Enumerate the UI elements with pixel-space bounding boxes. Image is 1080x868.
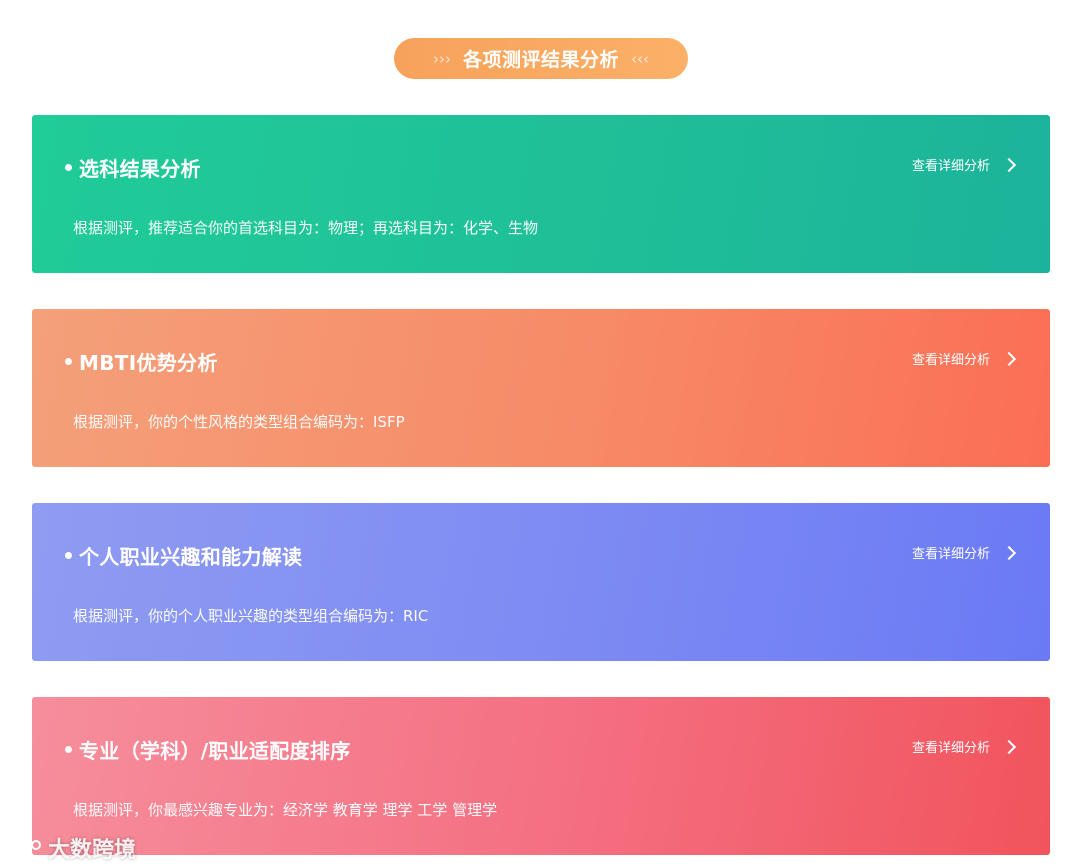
card-description: 根据测评，你最感兴趣专业为：经济学 教育学 理学 工学 管理学 bbox=[73, 801, 498, 819]
section-title: 各项测评结果分析 bbox=[462, 49, 619, 71]
chevron-right-icon bbox=[1001, 351, 1017, 367]
card-title: MBTI优势分析 bbox=[65, 347, 218, 376]
card-mbti[interactable]: MBTI优势分析 查看详细分析 根据测评，你的个性风格的类型组合编码为：ISFP bbox=[32, 309, 1050, 467]
card-title: 个人职业兴趣和能力解读 bbox=[65, 541, 302, 570]
bullet-icon bbox=[65, 552, 72, 559]
left-chevrons-icon: ››› bbox=[432, 49, 451, 68]
chevron-right-icon bbox=[1001, 545, 1017, 561]
card-description: 根据测评，你的个性风格的类型组合编码为：ISFP bbox=[73, 413, 405, 431]
view-details-label: 查看详细分析 bbox=[911, 741, 990, 756]
right-chevrons-icon: ‹‹‹ bbox=[631, 49, 649, 68]
card-major-ranking[interactable]: 专业（学科）/职业适配度排序 查看详细分析 根据测评，你最感兴趣专业为：经济学 … bbox=[32, 697, 1050, 855]
section-header: ››› 各项测评结果分析 ‹‹‹ bbox=[394, 38, 688, 79]
card-title-text: 专业（学科）/职业适配度排序 bbox=[79, 739, 351, 763]
card-title-text: MBTI优势分析 bbox=[79, 351, 218, 375]
view-details-label: 查看详细分析 bbox=[911, 547, 990, 562]
view-details-link[interactable]: 查看详细分析 bbox=[911, 737, 1017, 756]
view-details-link[interactable]: 查看详细分析 bbox=[911, 155, 1017, 174]
card-description: 根据测评，推荐适合你的首选科目为：物理；再选科目为：化学、生物 bbox=[73, 219, 539, 237]
card-title-text: 个人职业兴趣和能力解读 bbox=[79, 545, 303, 569]
bullet-icon bbox=[65, 358, 72, 365]
card-title: 专业（学科）/职业适配度排序 bbox=[65, 735, 351, 764]
card-title: 选科结果分析 bbox=[65, 153, 201, 182]
watermark-logo-icon bbox=[10, 839, 41, 856]
card-career-interest[interactable]: 个人职业兴趣和能力解读 查看详细分析 根据测评，你的个人职业兴趣的类型组合编码为… bbox=[32, 503, 1050, 661]
chevron-right-icon bbox=[1001, 157, 1017, 173]
view-details-link[interactable]: 查看详细分析 bbox=[911, 543, 1017, 562]
bullet-icon bbox=[65, 746, 72, 753]
page: ››› 各项测评结果分析 ‹‹‹ 选科结果分析 查看详细分析 根据测评，推荐适合… bbox=[0, 0, 1080, 868]
card-description: 根据测评，你的个人职业兴趣的类型组合编码为：RIC bbox=[73, 607, 429, 625]
watermark-text: 大数跨境 bbox=[48, 838, 137, 863]
view-details-link[interactable]: 查看详细分析 bbox=[911, 349, 1017, 368]
watermark: 大数跨境 bbox=[8, 832, 136, 864]
card-subject-selection[interactable]: 选科结果分析 查看详细分析 根据测评，推荐适合你的首选科目为：物理；再选科目为：… bbox=[32, 115, 1050, 273]
bullet-icon bbox=[65, 164, 72, 171]
card-title-text: 选科结果分析 bbox=[79, 157, 201, 181]
view-details-label: 查看详细分析 bbox=[911, 159, 990, 174]
view-details-label: 查看详细分析 bbox=[911, 353, 990, 368]
chevron-right-icon bbox=[1001, 739, 1017, 755]
